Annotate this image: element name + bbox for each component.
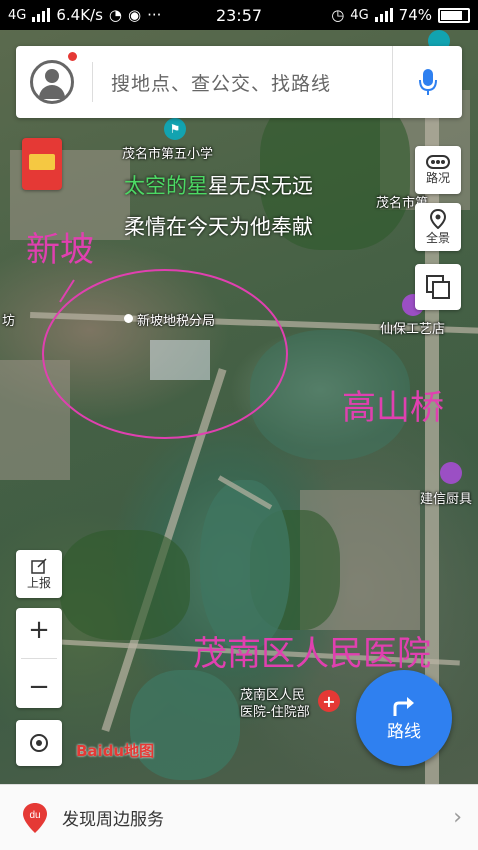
route-button[interactable]: 路线 (356, 670, 452, 766)
hospital-cross-icon[interactable]: + (318, 690, 340, 712)
search-bar[interactable]: 搜地点、查公交、找路线 (16, 46, 462, 118)
clock: 23:57 (215, 5, 263, 25)
traffic-icon (426, 154, 450, 169)
poi-craft-shop[interactable]: 仙保工艺店 (380, 318, 445, 337)
report-button[interactable]: 上报 (16, 550, 62, 598)
chevron-right-icon: › (453, 805, 462, 830)
avatar-icon[interactable] (30, 60, 74, 104)
panorama-button[interactable]: 全景 (415, 203, 461, 251)
report-label: 上报 (26, 575, 51, 590)
notification-icon: ◉ (128, 6, 142, 24)
red-envelope-icon[interactable] (22, 138, 62, 190)
alarm-icon: ◷ (331, 6, 345, 24)
lyric-line1-highlight: 太空的星 (124, 174, 208, 198)
signal-icon (32, 8, 51, 22)
notification-dot (68, 52, 77, 61)
annotation-xinpo: 新坡 (26, 230, 94, 270)
store-pin-icon[interactable] (440, 462, 462, 484)
panorama-label: 全景 (425, 230, 450, 245)
zoom-control[interactable]: + − (16, 608, 62, 708)
lyric-line1-rest: 星无尽无远 (208, 174, 313, 198)
poi-store[interactable]: 建信厨具 (420, 488, 472, 507)
hand-drawn-circle (42, 269, 288, 439)
status-bar: 4G 6.4K/s ◔ ◉ ··· 23:57 ◷ 4G 74% (0, 0, 478, 30)
battery-percent: 74% (398, 6, 432, 24)
nearby-services-label: 发现周边服务 (62, 810, 164, 830)
lyric-line1: 太空的星星无尽无远 (124, 170, 313, 200)
traffic-button[interactable]: 路况 (415, 146, 461, 194)
network-speed: 6.4K/s (56, 6, 103, 24)
school-pin-icon[interactable]: ⚑ (164, 118, 186, 140)
annotation-gaoshanqiao: 高山桥 (342, 388, 444, 428)
zoom-in-button[interactable]: + (28, 615, 50, 645)
traffic-label: 路况 (425, 170, 450, 185)
layers-button[interactable] (415, 264, 461, 310)
more-icon: ··· (147, 6, 162, 24)
network-label: 4G (8, 7, 27, 23)
lyric-line2: 柔情在今天为他奉献 (124, 215, 313, 239)
battery-icon (438, 7, 470, 23)
poi-left-edge: 坊 (2, 314, 16, 329)
turn-arrow-icon (393, 696, 414, 716)
network-right-label: 4G (350, 7, 369, 23)
signal-icon-right (374, 8, 393, 22)
qq-icon: ◔ (108, 6, 123, 24)
poi-dot-icon (124, 314, 133, 323)
location-pin-icon (430, 208, 446, 229)
zoom-out-button[interactable]: − (28, 672, 50, 702)
baidu-logo: Baidu地图 (76, 742, 155, 760)
svg-text:du: du (29, 810, 40, 821)
locate-button[interactable] (16, 720, 62, 766)
poi-hospital-line2[interactable]: 医院-住院部 (240, 701, 310, 720)
poi-school[interactable]: 茂名市第五小学 (122, 143, 213, 162)
edit-icon (31, 557, 47, 574)
annotation-hospital: 茂南区人民医院 (193, 634, 431, 674)
route-label: 路线 (387, 721, 421, 742)
search-input[interactable]: 搜地点、查公交、找路线 (111, 69, 392, 96)
nearby-services-bar[interactable]: du 发现周边服务 › (0, 784, 478, 850)
layers-icon (426, 275, 450, 299)
du-pin-icon: du (23, 802, 47, 833)
mic-icon (418, 69, 437, 95)
mic-button[interactable] (392, 46, 462, 118)
locate-icon (30, 734, 48, 752)
poi-tax-office[interactable]: 新坡地税分局 (137, 310, 215, 329)
